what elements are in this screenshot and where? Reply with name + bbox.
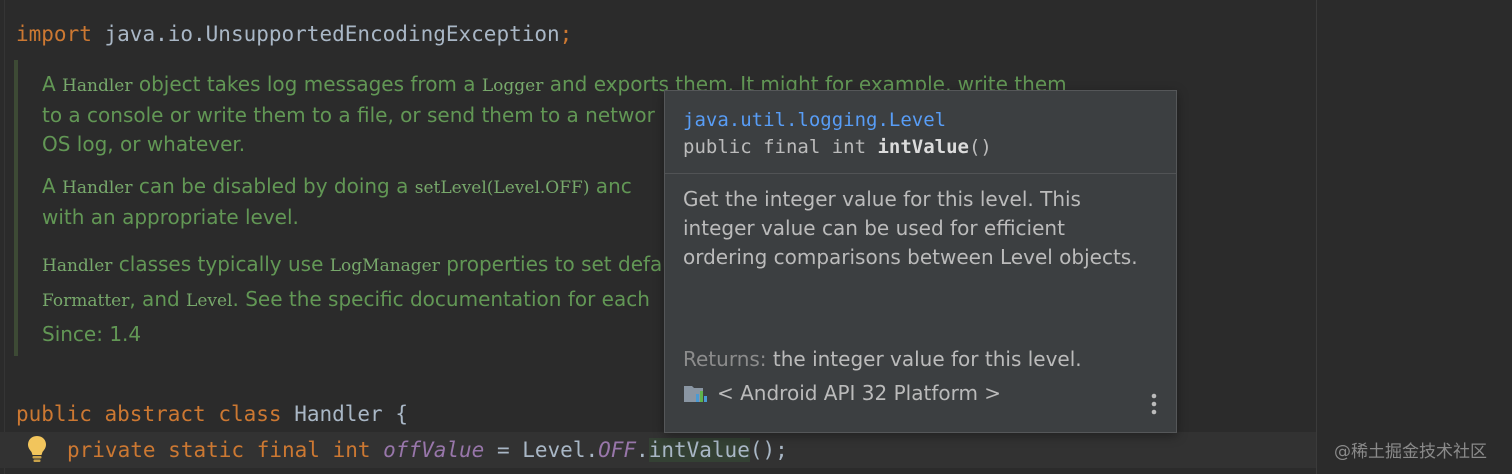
import-semicolon: ; [559,22,573,46]
popup-description: Get the integer value for this level. Th… [683,187,1138,269]
import-keyword: import [16,22,92,46]
static-keyword: static [168,438,245,462]
import-path[interactable]: java.io.UnsupportedEncodingException [105,22,560,46]
class-name[interactable]: Handler [294,402,383,426]
watermark: @稀土掘金技术社区 [1334,442,1487,462]
int-keyword: int [332,438,371,462]
code-editor[interactable]: import java.io.UnsupportedEncodingExcept… [0,0,1512,474]
quick-documentation-popup[interactable]: java.util.logging.Level public final int… [664,90,1177,433]
open-brace: { [395,402,409,426]
class-keyword: class [218,402,282,426]
import-line[interactable]: import java.io.UnsupportedEncodingExcept… [16,22,572,46]
field-name[interactable]: offValue [383,438,484,462]
private-keyword: private [67,438,156,462]
popup-library[interactable]: < Android API 32 Platform > [683,381,1001,405]
abstract-keyword: abstract [104,402,206,426]
int-value-method-ref[interactable]: intValue [648,438,750,462]
level-class-ref[interactable]: Level. [522,438,598,462]
public-keyword: public [16,402,92,426]
field-declaration-line[interactable]: private static final int offValue = Leve… [67,438,788,462]
popup-signature: public final int intValue() [683,136,992,158]
gutter-divider [4,0,5,474]
final-keyword: final [256,438,320,462]
library-icon [684,386,707,402]
popup-header: java.util.logging.Level public final int… [665,91,1176,174]
off-constant[interactable]: OFF [598,438,636,462]
library-name[interactable]: < Android API 32 Platform > [717,381,1001,405]
more-vertical-icon[interactable] [1147,391,1161,417]
lightbulb-icon[interactable] [26,434,48,464]
popup-returns: Returns: the integer value for this leve… [683,347,1082,371]
popup-package-link[interactable]: java.util.logging.Level [683,109,946,131]
class-declaration-line[interactable]: public abstract class Handler { [16,402,408,426]
right-margin-guide [1316,0,1317,474]
